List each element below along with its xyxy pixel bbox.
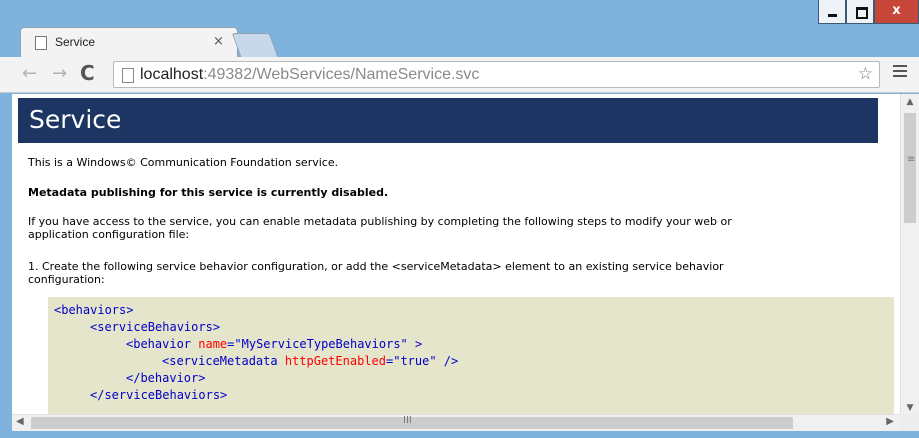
page-icon [35,36,47,50]
minimize-icon [828,14,837,17]
close-icon: x [892,3,901,18]
code-line-5: </behavior> [126,371,206,385]
intro-text: This is a Windows© Communication Foundat… [28,156,339,169]
vertical-scroll-thumb[interactable]: ≡ [904,113,916,223]
horizontal-scrollbar[interactable]: ◀ III ▶ [12,414,900,431]
back-arrow-icon[interactable]: ← [22,63,37,84]
url-path: :49382/WebServices/NameService.svc [203,66,480,83]
page-title: Service [18,98,878,143]
vertical-scrollbar[interactable]: ▲ ≡ ▼ [900,94,919,416]
tab-service[interactable]: Service × [20,27,238,57]
star-icon[interactable]: ☆ [858,64,873,84]
maximize-icon [856,7,868,19]
horizontal-grip: III [403,415,412,426]
code-line-1: <behaviors> [54,303,134,317]
window-frame-bottom [0,431,919,438]
url-host: localhost [140,66,204,83]
menu-icon[interactable] [893,65,907,80]
scroll-left-icon[interactable]: ◀ [16,416,24,427]
scrollbar-corner [900,414,919,431]
instructions-line-1: If you have access to the service, you c… [28,215,732,228]
reload-icon[interactable]: C [80,61,95,85]
code-line-6: </serviceBehaviors> [90,388,228,402]
code-block: <behaviors> <serviceBehaviors> <behavior… [48,297,894,416]
step-1-line-2: configuration: [28,273,105,286]
url-text[interactable]: localhost:49382/WebServices/NameService.… [140,66,479,84]
forward-arrow-icon[interactable]: → [52,63,67,84]
maximize-button[interactable] [846,0,874,24]
page-viewport: Service This is a Windows© Communication… [12,94,906,416]
address-bar[interactable]: localhost:49382/WebServices/NameService.… [113,61,880,88]
code-line-4: <serviceMetadata httpGetEnabled="true" /… [162,354,459,368]
horizontal-scroll-thumb[interactable]: III [31,415,793,429]
scroll-right-icon[interactable]: ▶ [886,416,894,427]
new-tab-button[interactable] [231,33,279,57]
vertical-grip: ≡ [907,154,916,165]
scroll-up-icon[interactable]: ▲ [901,97,919,107]
code-line-3: <behavior name="MyServiceTypeBehaviors" … [126,337,423,351]
page-icon [122,68,134,83]
close-window-button[interactable]: x [874,0,919,24]
step-1-text: 1. Create the following service behavior… [28,260,868,286]
code-line-2: <serviceBehaviors> [90,320,221,334]
tab-close-icon[interactable]: × [213,34,224,49]
browser-toolbar: ← → C localhost:49382/WebServices/NameSe… [0,57,919,93]
step-1-line-1: 1. Create the following service behavior… [28,260,724,273]
minimize-button[interactable] [818,0,846,24]
metadata-notice: Metadata publishing for this service is … [28,186,389,199]
instructions-text: If you have access to the service, you c… [28,215,868,241]
scroll-down-icon[interactable]: ▼ [901,403,919,413]
tab-title: Service [55,35,96,49]
browser-window: x Service × ← → C localhost:49382/WebSer… [0,0,919,438]
instructions-line-2: application configuration file: [28,228,190,241]
